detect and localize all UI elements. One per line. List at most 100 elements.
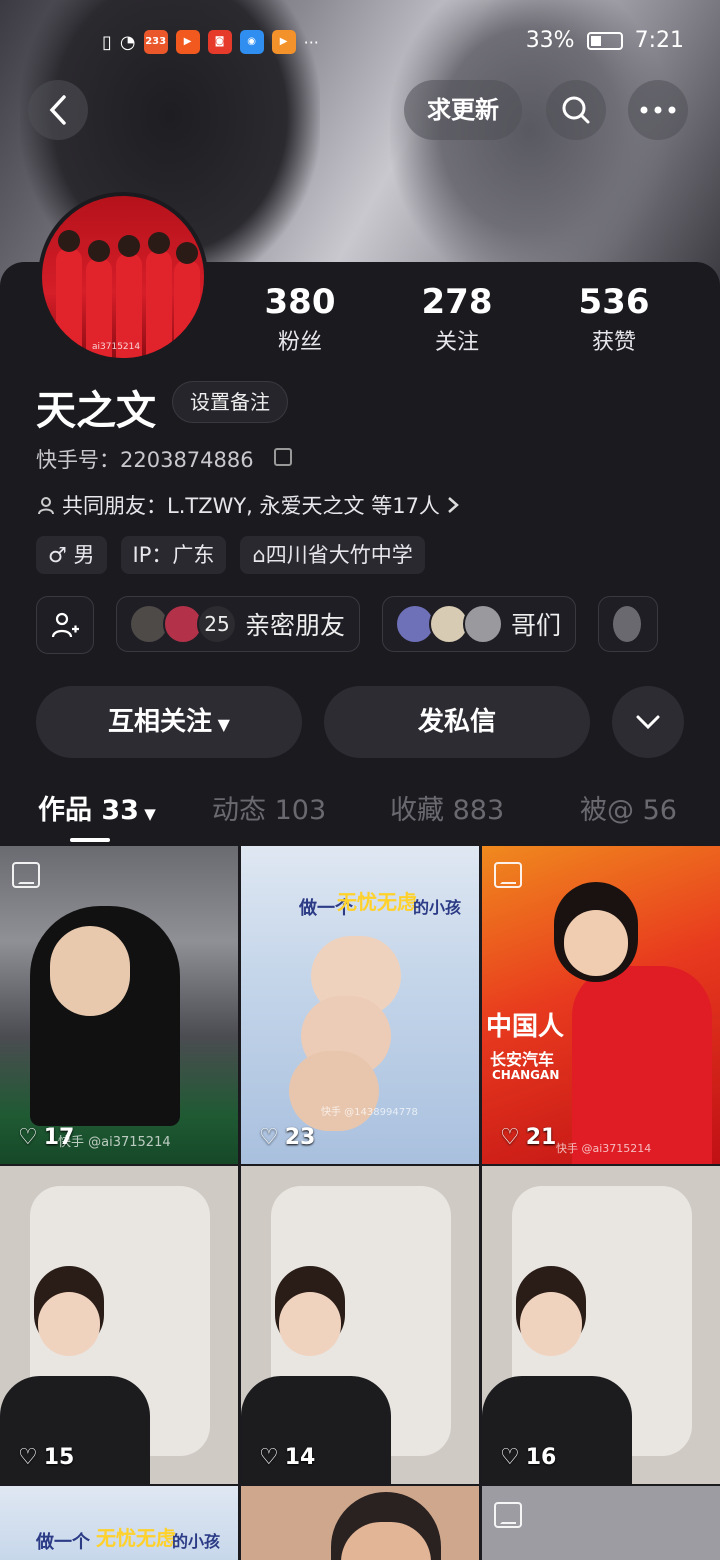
buddies-pill[interactable]: 哥们 — [382, 596, 577, 652]
grid-item[interactable]: ♡ 15 — [0, 1166, 238, 1484]
stat-label: 关注 — [434, 330, 479, 355]
kuaishou-id: 快手号：2203874886 — [36, 448, 254, 472]
grid-item[interactable] — [241, 1486, 479, 1560]
avatar[interactable]: ai3715214 — [38, 192, 208, 362]
back-button[interactable] — [28, 80, 88, 140]
like-count-value: 15 — [43, 1445, 75, 1470]
stat-following[interactable]: 278 关注 — [397, 282, 517, 356]
chevron-down-icon — [636, 715, 660, 730]
watermark: 快手 @ai3715214 — [556, 1142, 652, 1155]
mutual-follow-button[interactable]: 互相关注 ▼ — [36, 686, 302, 758]
heart-icon: ♡ — [500, 1125, 520, 1150]
status-bar: ▯ ◔ 233 ▶ ◙ ◉ ▶ ··· 33% 7:21 — [0, 26, 720, 60]
gender-text: 男 — [73, 543, 95, 567]
banner-text-highlight: 无忧无虑 — [337, 890, 417, 914]
banner-text: 中国人 — [486, 1012, 565, 1042]
player-app-icon: ▶ — [271, 30, 296, 54]
heart-icon: ♡ — [18, 1445, 38, 1470]
grid-item[interactable]: 做一个 无忧无虑 的小孩 ♡ 23 快手 @1438994778 — [241, 846, 479, 1164]
male-icon: ♂ — [48, 543, 74, 567]
banner-text: 的小孩 — [172, 1532, 221, 1551]
like-count: ♡ 21 — [500, 1125, 556, 1150]
sim-icon: ▯ — [102, 31, 112, 53]
mutual-friends-row[interactable]: 共同朋友：L.TZWY, 永爱天之文 等17人 — [36, 490, 460, 520]
stat-label: 获赞 — [591, 330, 636, 355]
caret-down-icon: ▼ — [212, 715, 230, 734]
expand-button[interactable] — [612, 686, 684, 758]
avatar-watermark: ai3715214 — [92, 342, 141, 352]
heart-icon: ♡ — [259, 1125, 279, 1150]
banner-text: 长安汽车 — [490, 1050, 555, 1069]
more-circles-pill[interactable] — [598, 596, 659, 652]
notification-icons: ▯ ◔ 233 ▶ ◙ ◉ ▶ ··· — [102, 30, 319, 54]
photo-face — [289, 1051, 379, 1131]
like-count: ♡ 14 — [259, 1445, 315, 1470]
wifi-icon: ◔ — [119, 31, 136, 53]
add-friend-button[interactable] — [36, 596, 94, 654]
heart-icon: ♡ — [259, 1445, 279, 1470]
buddies-label: 哥们 — [511, 611, 562, 640]
browser-app-icon: ◉ — [239, 30, 264, 54]
grid-item[interactable]: ♡ 17 快手 @ai3715214 — [0, 846, 238, 1164]
school-icon: ⌂ — [252, 543, 266, 567]
friend-avatar — [611, 604, 644, 644]
shop-app-icon: ◙ — [207, 30, 232, 54]
close-friends-pill[interactable]: 25 亲密朋友 — [116, 596, 361, 652]
tab-works[interactable]: 作品 33 ▼ — [38, 788, 156, 827]
person-icon — [38, 497, 54, 515]
avatar-figure — [56, 230, 82, 358]
more-notifications-icon: ··· — [303, 32, 319, 52]
grid-item[interactable]: 中国人 长安汽车 CHANGAN ♡ 21 快手 @ai3715214 — [482, 846, 720, 1164]
photo-face — [564, 910, 628, 976]
grid-item[interactable] — [482, 1486, 720, 1560]
set-remark-button[interactable]: 设置备注 — [172, 381, 288, 423]
add-person-icon — [51, 612, 79, 638]
watermark: 快手 @ai3715214 — [58, 1135, 171, 1150]
friend-count-avatar: 25 — [197, 604, 237, 644]
status-right: 33% 7:21 — [526, 28, 684, 53]
ip-tag: IP：广东 — [120, 536, 227, 574]
image-set-icon — [12, 862, 40, 888]
more-button[interactable] — [628, 80, 688, 140]
back-arrow-icon — [49, 95, 66, 125]
stat-likes[interactable]: 536 获赞 — [554, 282, 674, 356]
banner-text: 做一个 — [36, 1532, 90, 1553]
tab-mentioned[interactable]: 被@ 56 — [580, 788, 677, 827]
heart-icon: ♡ — [18, 1125, 38, 1150]
stat-value: 380 — [264, 282, 336, 322]
caret-down-icon: ▼ — [138, 805, 156, 823]
image-set-icon — [494, 1502, 522, 1528]
mutual-follow-label: 互相关注 — [108, 707, 213, 737]
request-update-button[interactable]: 求更新 — [404, 80, 522, 140]
photo-face — [50, 926, 130, 1016]
school-text: 四川省大竹中学 — [265, 543, 413, 567]
like-count-value: 14 — [284, 1445, 316, 1470]
like-count: ♡ 16 — [500, 1445, 556, 1470]
stat-label: 粉丝 — [277, 330, 322, 355]
grid-item[interactable]: ♡ 14 — [241, 1166, 479, 1484]
photo-face — [520, 1292, 582, 1356]
tab-moments[interactable]: 动态 103 — [212, 788, 326, 827]
search-button[interactable] — [546, 80, 606, 140]
grid-item[interactable]: ♡ 16 — [482, 1166, 720, 1484]
banner-text: CHANGAN — [492, 1068, 560, 1082]
banner-text: 的小孩 — [413, 898, 462, 917]
photo-face — [38, 1292, 100, 1356]
like-count-value: 16 — [525, 1445, 557, 1470]
heart-icon: ♡ — [500, 1445, 520, 1470]
mutual-friends-text: 共同朋友：L.TZWY, 永爱天之文 等17人 — [62, 494, 440, 518]
send-message-button[interactable]: 发私信 — [324, 686, 590, 758]
tab-indicator — [70, 838, 110, 842]
friend-avatar — [463, 604, 504, 644]
battery-percent: 33% — [525, 28, 575, 53]
copy-icon[interactable] — [274, 448, 292, 466]
battery-icon — [586, 31, 623, 50]
stat-fans[interactable]: 380 粉丝 — [240, 282, 360, 356]
grid-item[interactable]: 做一个 无忧无虑 的小孩 — [0, 1486, 238, 1560]
school-tag[interactable]: ⌂四川省大竹中学 — [240, 536, 425, 574]
image-set-icon — [494, 862, 522, 888]
photo-face — [279, 1292, 341, 1356]
tab-favorites[interactable]: 收藏 883 — [390, 788, 504, 827]
video-app-icon: ▶ — [175, 30, 200, 54]
tab-works-label: 作品 33 — [38, 795, 139, 826]
